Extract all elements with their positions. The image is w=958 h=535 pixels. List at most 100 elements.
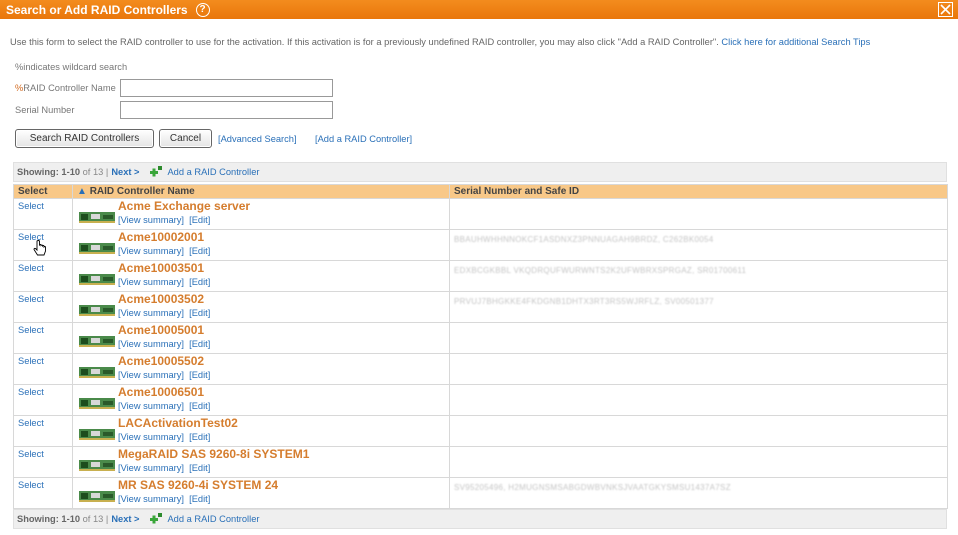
controller-name-link[interactable]: Acme10003502: [118, 292, 204, 306]
edit-link[interactable]: [Edit]: [189, 246, 210, 256]
search-raid-controllers-button[interactable]: Search RAID Controllers: [15, 129, 154, 148]
edit-link[interactable]: [Edit]: [189, 277, 210, 287]
close-icon[interactable]: [938, 2, 953, 17]
serial-cell: [449, 353, 948, 385]
sort-ascending-icon[interactable]: ▲: [77, 186, 87, 197]
controller-name-link[interactable]: Acme10002001: [118, 230, 204, 244]
raid-card-icon: [79, 212, 115, 223]
next-page-link[interactable]: Next >: [111, 167, 139, 177]
table-row: Select MegaRAID SAS 9260-8i SYSTEM1 [View …: [13, 446, 948, 478]
view-summary-link[interactable]: [View summary]: [118, 432, 184, 442]
controller-name-link[interactable]: Acme10006501: [118, 385, 204, 399]
intro-text: Use this form to select the RAID control…: [10, 37, 870, 47]
serial-cell: SV95205496, H2MUGNSMSABGDWBVNKSJVAATGKYS…: [449, 477, 948, 509]
select-link[interactable]: Select: [14, 478, 72, 490]
serial-cell: BBAUHWHHNNOKCF1ASDNXZ3PNNUAGAH9BRDZ, C26…: [449, 229, 948, 261]
table-row: Select Acme10002001 [View summary] [Edit] B…: [13, 229, 948, 261]
select-cell: Select: [13, 415, 73, 447]
view-summary-link[interactable]: [View summary]: [118, 494, 184, 504]
edit-link[interactable]: [Edit]: [189, 370, 210, 380]
serial-safe-id: EDXBCGKBBL VKQDRQUFWURWNTS2K2UFWBRXSPRGA…: [454, 266, 747, 275]
row-actions: [View summary] [Edit]: [118, 308, 210, 318]
cancel-button[interactable]: Cancel: [159, 129, 212, 148]
controller-name-input[interactable]: [120, 79, 333, 97]
serial-cell: EDXBCGKBBL VKQDRQUFWURWNTS2K2UFWBRXSPRGA…: [449, 260, 948, 292]
showing-label: Showing:: [17, 167, 59, 177]
name-column-header[interactable]: ▲ RAID Controller Name: [72, 184, 450, 199]
select-link[interactable]: Select: [14, 447, 72, 459]
select-link[interactable]: Select: [14, 385, 72, 397]
table-row: Select LACActivationTest02 [View summary] …: [13, 415, 948, 447]
showing-total: of 13 |: [82, 514, 109, 524]
view-summary-link[interactable]: [View summary]: [118, 277, 184, 287]
row-actions: [View summary] [Edit]: [118, 246, 210, 256]
controller-name-label-text: RAID Controller Name: [23, 83, 116, 93]
table-row: Select Acme Exchange server [View summary]…: [13, 198, 948, 230]
raid-card-icon: [79, 429, 115, 440]
controller-name-link[interactable]: Acme10005502: [118, 354, 204, 368]
add-raid-controller-pager-link[interactable]: Add a RAID Controller: [167, 167, 259, 177]
row-actions: [View summary] [Edit]: [118, 432, 210, 442]
add-icon[interactable]: [149, 165, 163, 179]
row-actions: [View summary] [Edit]: [118, 494, 210, 504]
table-row: Select Acme10003501 [View summary] [Edit] E…: [13, 260, 948, 292]
table-header-row: Select ▲ RAID Controller Name Serial Num…: [13, 184, 948, 199]
view-summary-link[interactable]: [View summary]: [118, 463, 184, 473]
controller-name-link[interactable]: Acme10005001: [118, 323, 204, 337]
edit-link[interactable]: [Edit]: [189, 339, 210, 349]
raid-card-icon: [79, 274, 115, 285]
controller-name-link[interactable]: Acme10003501: [118, 261, 204, 275]
serial-safe-id: PRVUJ7BHGKKE4FKDGNB1DHTX3RT3RS5WJRFLZ, S…: [454, 297, 714, 306]
name-cell: Acme Exchange server [View summary] [Edit…: [72, 198, 450, 230]
intro-description: Use this form to select the RAID control…: [10, 37, 719, 47]
serial-number-input[interactable]: [120, 101, 333, 119]
raid-card-icon: [79, 305, 115, 316]
select-cell: Select: [13, 260, 73, 292]
edit-link[interactable]: [Edit]: [189, 215, 210, 225]
serial-safe-id: [450, 416, 947, 421]
edit-link[interactable]: [Edit]: [189, 401, 210, 411]
edit-link[interactable]: [Edit]: [189, 432, 210, 442]
edit-link[interactable]: [Edit]: [189, 308, 210, 318]
edit-link[interactable]: [Edit]: [189, 494, 210, 504]
view-summary-link[interactable]: [View summary]: [118, 401, 184, 411]
controller-name-link[interactable]: Acme Exchange server: [118, 199, 250, 213]
select-link[interactable]: Select: [14, 354, 72, 366]
select-link[interactable]: Select: [14, 261, 72, 273]
edit-link[interactable]: [Edit]: [189, 463, 210, 473]
raid-card-icon: [79, 336, 115, 347]
serial-cell: [449, 384, 948, 416]
add-raid-controller-link[interactable]: [Add a RAID Controller]: [315, 134, 412, 144]
serial-safe-id: [450, 199, 947, 204]
table-row: Select Acme10006501 [View summary] [Edit]: [13, 384, 948, 416]
search-tips-link[interactable]: Click here for additional Search Tips: [721, 37, 870, 47]
name-cell: Acme10005001 [View summary] [Edit]: [72, 322, 450, 354]
select-cell: Select: [13, 322, 73, 354]
view-summary-link[interactable]: [View summary]: [118, 370, 184, 380]
controller-name-label: %RAID Controller Name: [15, 83, 116, 93]
view-summary-link[interactable]: [View summary]: [118, 215, 184, 225]
select-link[interactable]: Select: [14, 199, 72, 211]
select-link[interactable]: Select: [14, 292, 72, 304]
view-summary-link[interactable]: [View summary]: [118, 246, 184, 256]
serial-column-header: Serial Number and Safe ID: [449, 184, 948, 199]
view-summary-link[interactable]: [View summary]: [118, 308, 184, 318]
advanced-search-link[interactable]: [Advanced Search]: [218, 134, 297, 144]
showing-range: 1-10: [61, 167, 81, 177]
select-link[interactable]: Select: [14, 323, 72, 335]
controller-name-link[interactable]: MR SAS 9260-4i SYSTEM 24: [118, 478, 278, 492]
row-actions: [View summary] [Edit]: [118, 339, 210, 349]
showing-range: 1-10: [61, 514, 81, 524]
help-icon[interactable]: ?: [195, 2, 210, 17]
name-cell: Acme10002001 [View summary] [Edit]: [72, 229, 450, 261]
raid-card-icon: [79, 243, 115, 254]
controller-name-link[interactable]: LACActivationTest02: [118, 416, 238, 430]
name-column-header-label[interactable]: RAID Controller Name: [90, 186, 195, 197]
view-summary-link[interactable]: [View summary]: [118, 339, 184, 349]
add-raid-controller-pager-link[interactable]: Add a RAID Controller: [167, 514, 259, 524]
controller-name-link[interactable]: MegaRAID SAS 9260-8i SYSTEM1: [118, 447, 309, 461]
select-link[interactable]: Select: [14, 416, 72, 428]
next-page-link[interactable]: Next >: [111, 514, 139, 524]
add-icon[interactable]: [149, 512, 163, 526]
wildcard-hint: %indicates wildcard search: [15, 62, 128, 72]
